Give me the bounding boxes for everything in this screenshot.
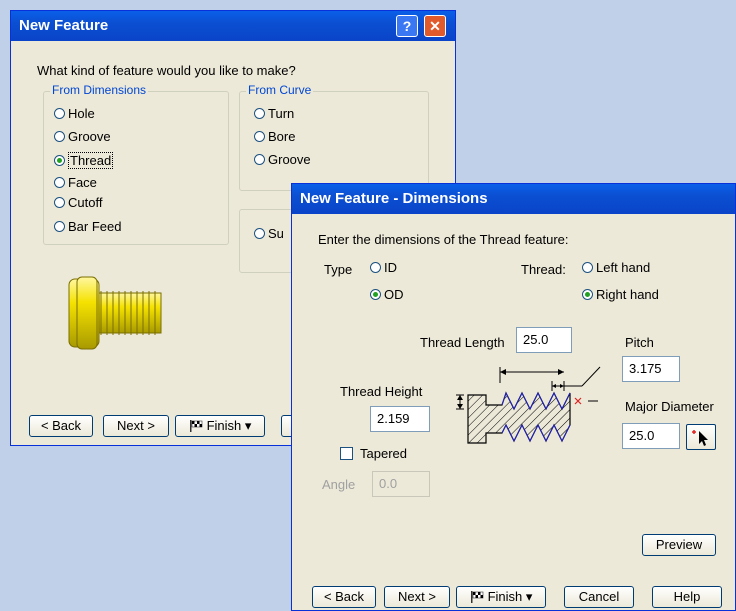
dimensions-window: New Feature - Dimensions Enter the dimen… bbox=[291, 183, 736, 611]
angle-label: Angle bbox=[322, 477, 356, 492]
radio-bore[interactable]: Bore bbox=[254, 129, 295, 144]
thread-height-input[interactable]: 2.159 bbox=[370, 406, 430, 432]
radio-face[interactable]: Face bbox=[54, 175, 97, 190]
from-dimensions-label: From Dimensions bbox=[50, 83, 149, 97]
pick-point-button[interactable] bbox=[686, 424, 716, 450]
checkered-flag-icon bbox=[189, 420, 202, 432]
from-curve-label: From Curve bbox=[246, 83, 314, 97]
radio-circle bbox=[254, 108, 265, 119]
radio-hole[interactable]: Hole bbox=[54, 106, 95, 121]
dimensions-window-title: New Feature - Dimensions bbox=[300, 190, 488, 207]
pitch-input[interactable]: 3.175 bbox=[622, 356, 680, 382]
radio-circle-selected bbox=[370, 289, 381, 300]
back-button[interactable]: < Back bbox=[29, 415, 93, 437]
thread-length-label: Thread Length bbox=[420, 335, 505, 350]
radio-circle bbox=[582, 262, 593, 273]
finish-split-button[interactable]: Finish ▾ bbox=[175, 415, 265, 437]
radio-turn[interactable]: Turn bbox=[254, 106, 294, 121]
radio-circle bbox=[370, 262, 381, 273]
radio-circle bbox=[254, 154, 265, 165]
dropdown-arrow-icon: ▾ bbox=[525, 589, 533, 604]
radio-type-id[interactable]: ID bbox=[370, 260, 397, 275]
radio-circle bbox=[54, 221, 65, 232]
radio-right-hand[interactable]: Right hand bbox=[582, 287, 659, 302]
radio-circle bbox=[54, 177, 65, 188]
radio-circle-selected bbox=[54, 155, 65, 166]
dimensions-title-bar[interactable]: New Feature - Dimensions bbox=[292, 184, 735, 214]
radio-cutoff[interactable]: Cutoff bbox=[54, 195, 102, 210]
radio-thread[interactable]: Thread bbox=[54, 152, 114, 169]
angle-input: 0.0 bbox=[372, 471, 430, 497]
checkered-flag-icon bbox=[470, 591, 483, 603]
dim-next-button[interactable]: Next > bbox=[384, 586, 450, 608]
pick-cursor-icon bbox=[692, 430, 708, 446]
preview-button[interactable]: Preview bbox=[642, 534, 716, 556]
radio-bar-feed[interactable]: Bar Feed bbox=[54, 219, 121, 234]
pitch-label: Pitch bbox=[625, 335, 654, 350]
radio-type-od[interactable]: OD bbox=[370, 287, 404, 302]
help-button[interactable]: Help bbox=[652, 586, 722, 608]
window-title: New Feature bbox=[19, 17, 109, 34]
tapered-checkbox[interactable] bbox=[340, 447, 353, 460]
radio-circle bbox=[254, 131, 265, 142]
radio-circle bbox=[254, 228, 265, 239]
major-diameter-label: Major Diameter bbox=[625, 399, 714, 414]
from-curve-group: From Curve Turn Bore Groove bbox=[239, 83, 429, 191]
thread-label: Thread: bbox=[521, 262, 566, 277]
major-diameter-input[interactable]: 25.0 bbox=[622, 423, 680, 449]
dropdown-arrow-icon: ▾ bbox=[244, 418, 252, 433]
radio-circle bbox=[54, 108, 65, 119]
radio-circle bbox=[54, 197, 65, 208]
threaded-part-illustration bbox=[68, 276, 162, 350]
cancel-button[interactable]: Cancel bbox=[564, 586, 634, 608]
radio-groove[interactable]: Groove bbox=[54, 129, 111, 144]
radio-circle-selected bbox=[582, 289, 593, 300]
help-title-button[interactable]: ? bbox=[396, 15, 418, 37]
thread-length-input[interactable]: 25.0 bbox=[516, 327, 572, 353]
radio-partial-option[interactable]: Su bbox=[254, 226, 284, 241]
close-title-button[interactable]: ✕ bbox=[424, 15, 446, 37]
next-button[interactable]: Next > bbox=[103, 415, 169, 437]
dimensions-prompt: Enter the dimensions of the Thread featu… bbox=[318, 232, 569, 247]
dim-back-button[interactable]: < Back bbox=[312, 586, 376, 608]
title-bar[interactable]: New Feature bbox=[11, 11, 455, 41]
from-dimensions-group: From Dimensions Hole Groove Thread Face … bbox=[43, 83, 229, 245]
thread-diagram bbox=[456, 366, 601, 444]
type-label: Type bbox=[324, 262, 353, 277]
thread-height-label: Thread Height bbox=[340, 384, 423, 399]
radio-curve-groove[interactable]: Groove bbox=[254, 152, 311, 167]
question-text: What kind of feature would you like to m… bbox=[37, 63, 296, 78]
tapered-label: Tapered bbox=[360, 446, 407, 461]
radio-left-hand[interactable]: Left hand bbox=[582, 260, 650, 275]
radio-circle bbox=[54, 131, 65, 142]
dim-finish-split-button[interactable]: Finish ▾ bbox=[456, 586, 546, 608]
